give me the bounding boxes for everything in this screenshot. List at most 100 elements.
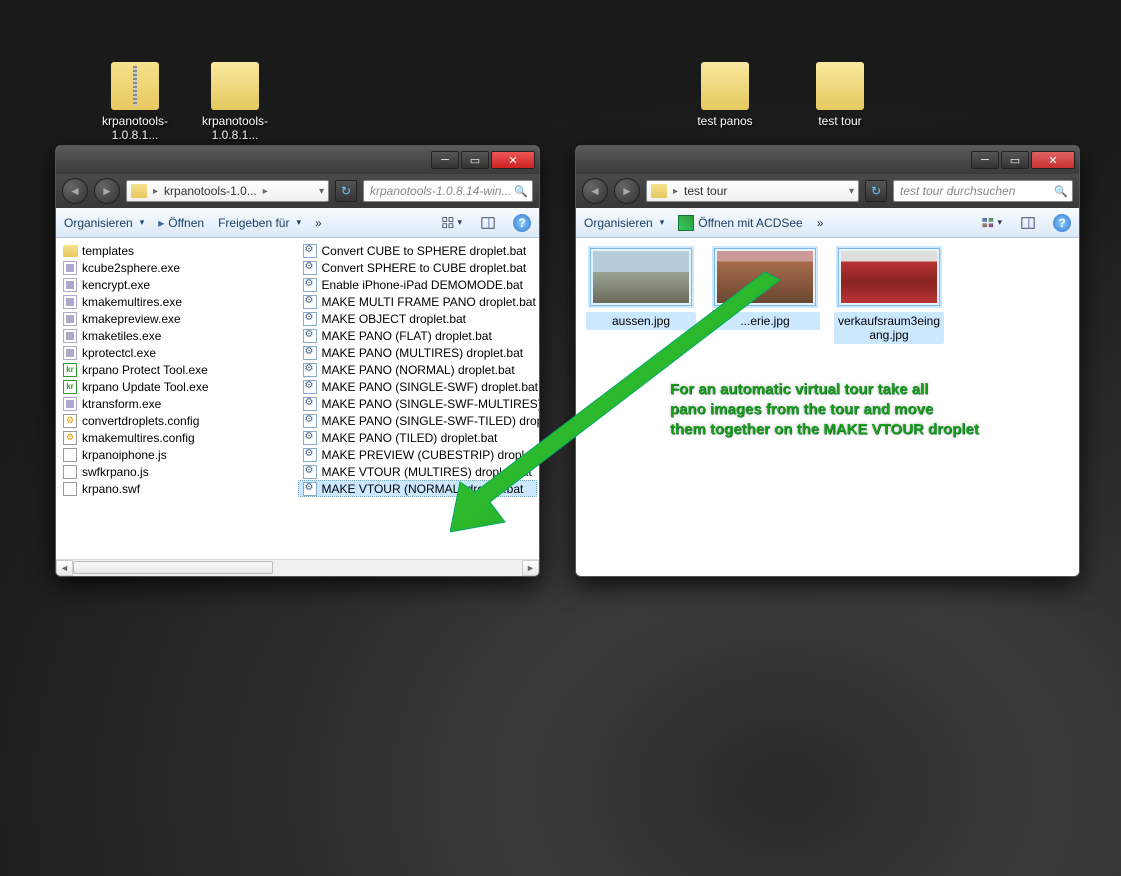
desktop-icon-folder[interactable]: krpanotools-1.0.8.1...	[195, 62, 275, 142]
pane-icon	[481, 216, 495, 230]
file-item[interactable]: MAKE PANO (SINGLE-SWF) droplet.bat	[298, 378, 538, 395]
preview-pane-button[interactable]	[477, 214, 499, 232]
file-item[interactable]: kr krpano Update Tool.exe	[58, 378, 298, 395]
search-input[interactable]: test tour durchsuchen	[893, 180, 1073, 202]
minimize-button[interactable]: ─	[971, 151, 999, 169]
file-item[interactable]: MAKE OBJECT droplet.bat	[298, 310, 538, 327]
file-item[interactable]: krkrpano Protect Tool.exe	[58, 361, 298, 378]
desktop-icon-folder[interactable]: test panos	[685, 62, 765, 128]
share-menu[interactable]: Freigeben für	[218, 216, 301, 230]
file-item[interactable]: kmakemultires.config	[58, 429, 298, 446]
file-item[interactable]: MAKE PANO (SINGLE-SWF-MULTIRES) droplet.…	[298, 395, 538, 412]
config-icon	[62, 413, 78, 429]
file-item[interactable]: Convert SPHERE to CUBE droplet.bat	[298, 259, 538, 276]
file-name: MAKE PANO (NORMAL) droplet.bat	[322, 363, 515, 377]
file-item[interactable]: Convert CUBE to SPHERE droplet.bat	[298, 242, 538, 259]
folder-icon	[62, 243, 78, 259]
exe-icon	[62, 294, 78, 310]
file-name: krpano Update Tool.exe	[82, 380, 209, 394]
file-item[interactable]: MAKE PANO (SINGLE-SWF-TILED) droplet.bat	[298, 412, 538, 429]
file-item[interactable]: MAKE MULTI FRAME PANO droplet.bat	[298, 293, 538, 310]
open-with-button[interactable]: Öffnen mit ACDSee	[678, 215, 803, 231]
file-item[interactable]: templates	[58, 242, 298, 259]
view-options-button[interactable]	[981, 214, 1003, 232]
overflow-icon[interactable]: »	[817, 216, 824, 230]
chevron-down-icon[interactable]: ▾	[849, 186, 854, 197]
close-button[interactable]: ✕	[1031, 151, 1075, 169]
file-item[interactable]: MAKE VTOUR (MULTIRES) droplet.bat	[298, 463, 538, 480]
scroll-track[interactable]	[73, 560, 522, 576]
open-button[interactable]: ▸Öffnen	[158, 216, 204, 230]
maximize-button[interactable]: ▭	[1001, 151, 1029, 169]
file-item[interactable]: kmaketiles.exe	[58, 327, 298, 344]
file-item[interactable]: MAKE VTOUR (NORMAL) droplet.bat	[298, 480, 538, 497]
file-item[interactable]: Enable iPhone-iPad DEMOMODE.bat	[298, 276, 538, 293]
image-thumbnail[interactable]: ...erie.jpg	[710, 248, 820, 330]
organize-menu[interactable]: Organisieren	[64, 216, 144, 230]
file-item[interactable]: krpanoiphone.js	[58, 446, 298, 463]
chevron-down-icon[interactable]: ▾	[319, 186, 324, 197]
thumbnail-image	[593, 251, 689, 303]
js-icon	[62, 464, 78, 480]
scroll-thumb[interactable]	[73, 561, 273, 574]
file-name: MAKE PANO (FLAT) droplet.bat	[322, 329, 492, 343]
scroll-right-button[interactable]: ►	[522, 560, 539, 576]
file-name: kmakemultires.config	[82, 431, 195, 445]
file-item[interactable]: ktransform.exe	[58, 395, 298, 412]
file-item[interactable]: kmakepreview.exe	[58, 310, 298, 327]
pane-icon	[1021, 216, 1035, 230]
search-input[interactable]: krpanotools-1.0.8.14-win...	[363, 180, 533, 202]
file-item[interactable]: MAKE PANO (NORMAL) droplet.bat	[298, 361, 538, 378]
forward-button[interactable]: ►	[94, 178, 120, 204]
file-item[interactable]: convertdroplets.config	[58, 412, 298, 429]
file-name: templates	[82, 244, 134, 258]
desktop-icon-folder[interactable]: test tour	[800, 62, 880, 128]
view-options-button[interactable]	[441, 214, 463, 232]
desktop-icon-zip[interactable]: krpanotools-1.0.8.1...	[95, 62, 175, 142]
horizontal-scrollbar[interactable]: ◄ ►	[56, 559, 539, 576]
breadcrumb[interactable]: test tour	[684, 184, 727, 198]
file-name: MAKE MULTI FRAME PANO droplet.bat	[322, 295, 536, 309]
file-item[interactable]: MAKE PANO (MULTIRES) droplet.bat	[298, 344, 538, 361]
help-button[interactable]: ?	[513, 214, 531, 232]
file-name: kmakepreview.exe	[82, 312, 181, 326]
file-name: kprotectcl.exe	[82, 346, 156, 360]
scroll-left-button[interactable]: ◄	[56, 560, 73, 576]
image-thumbnail[interactable]: aussen.jpg	[586, 248, 696, 330]
file-item[interactable]: swfkrpano.js	[58, 463, 298, 480]
help-button[interactable]: ?	[1053, 214, 1071, 232]
address-bar[interactable]: ▸ krpanotools-1.0... ▸ ▾	[126, 180, 329, 202]
exe-icon	[62, 311, 78, 327]
bat-icon	[302, 430, 318, 446]
address-bar[interactable]: ▸ test tour ▾	[646, 180, 859, 202]
bat-icon	[302, 379, 318, 395]
overflow-icon[interactable]: »	[315, 216, 322, 230]
folder-icon	[651, 184, 667, 198]
refresh-button[interactable]: ↻	[865, 180, 887, 202]
kr-icon: kr	[62, 379, 78, 395]
maximize-button[interactable]: ▭	[461, 151, 489, 169]
minimize-button[interactable]: ─	[431, 151, 459, 169]
titlebar[interactable]: ─ ▭ ✕	[576, 146, 1079, 174]
breadcrumb[interactable]: krpanotools-1.0...	[164, 184, 257, 198]
titlebar[interactable]: ─ ▭ ✕	[56, 146, 539, 174]
preview-pane-button[interactable]	[1017, 214, 1039, 232]
forward-button[interactable]: ►	[614, 178, 640, 204]
file-item[interactable]: MAKE PANO (FLAT) droplet.bat	[298, 327, 538, 344]
back-button[interactable]: ◄	[582, 178, 608, 204]
file-name: MAKE OBJECT droplet.bat	[322, 312, 467, 326]
file-item[interactable]: kmakemultires.exe	[58, 293, 298, 310]
back-button[interactable]: ◄	[62, 178, 88, 204]
file-item[interactable]: kprotectcl.exe	[58, 344, 298, 361]
file-item[interactable]: MAKE PREVIEW (CUBESTRIP) droplet.bat	[298, 446, 538, 463]
file-item[interactable]: kencrypt.exe	[58, 276, 298, 293]
organize-menu[interactable]: Organisieren	[584, 216, 664, 230]
image-thumbnail[interactable]: verkaufsraum3eingang.jpg	[834, 248, 944, 344]
refresh-button[interactable]: ↻	[335, 180, 357, 202]
file-item[interactable]: kcube2sphere.exe	[58, 259, 298, 276]
close-button[interactable]: ✕	[491, 151, 535, 169]
file-item[interactable]: krpano.swf	[58, 480, 298, 497]
file-item[interactable]: MAKE PANO (TILED) droplet.bat	[298, 429, 538, 446]
file-name: convertdroplets.config	[82, 414, 199, 428]
navbar: ◄ ► ▸ test tour ▾ ↻ test tour durchsuche…	[576, 174, 1079, 208]
